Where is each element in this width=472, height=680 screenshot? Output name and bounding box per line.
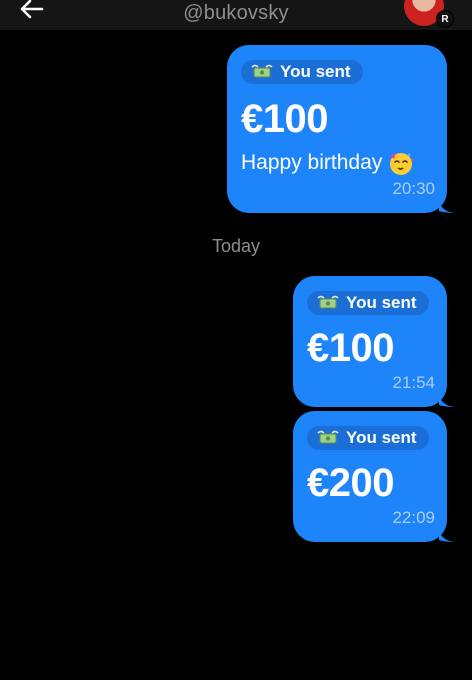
pill-label: You sent xyxy=(280,62,351,81)
pill-label: You sent xyxy=(346,428,417,447)
chat-header: @bukovsky R xyxy=(0,0,472,30)
money-with-wings-icon xyxy=(317,430,339,444)
message-timestamp: 22:09 xyxy=(392,508,435,527)
payment-amount: €100 xyxy=(307,326,394,370)
chat-screen: @bukovsky R You sent €100 Happy birthday xyxy=(0,0,472,680)
payment-message-bubble[interactable]: You sent €100 Happy birthday 20:30 xyxy=(227,45,455,213)
bubble-tail xyxy=(439,197,455,213)
payment-note: Happy birthday xyxy=(241,150,414,176)
bubble-tail xyxy=(439,526,455,542)
payment-sent-pill: You sent xyxy=(307,426,429,450)
payment-sent-pill: You sent xyxy=(241,60,363,84)
money-with-wings-icon xyxy=(317,295,339,309)
payment-sent-pill: You sent xyxy=(307,291,429,315)
payment-amount: €100 xyxy=(241,97,328,141)
date-separator: Today xyxy=(211,236,261,256)
bubble-tail xyxy=(439,391,455,407)
payment-amount: €200 xyxy=(307,461,394,505)
payment-message-bubble[interactable]: You sent €200 22:09 xyxy=(293,411,455,542)
money-with-wings-icon xyxy=(251,64,273,78)
avatar-badge: R xyxy=(436,10,454,28)
face-with-party-horn-emoji xyxy=(390,153,414,175)
contact-handle[interactable]: @bukovsky xyxy=(0,2,472,25)
payment-message-bubble[interactable]: You sent €100 21:54 xyxy=(293,276,455,407)
message-timestamp: 20:30 xyxy=(392,179,435,198)
pill-label: You sent xyxy=(346,293,417,312)
payment-note-text: Happy birthday xyxy=(241,151,383,174)
message-timestamp: 21:54 xyxy=(392,373,435,392)
